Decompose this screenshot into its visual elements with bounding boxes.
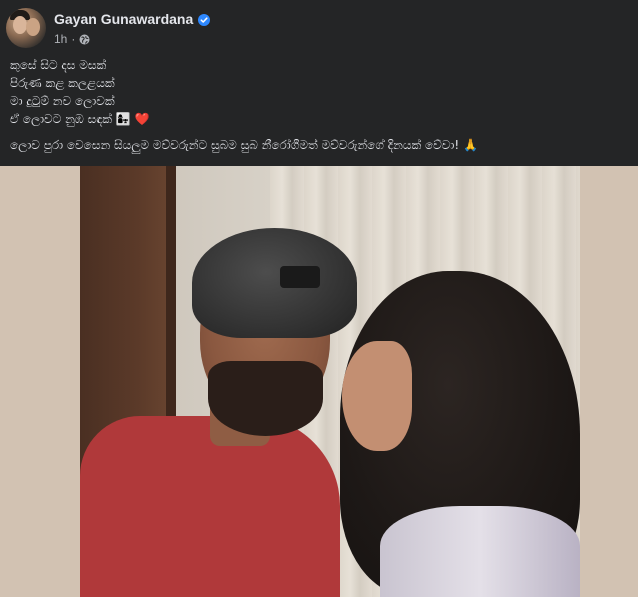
avatar-face-1 (13, 16, 27, 34)
text-gap (10, 128, 478, 136)
post-timestamp[interactable]: 1h (54, 32, 67, 46)
post-text-line: මා දුටුම් නව ලොවක් (10, 94, 115, 108)
photo-man-beanie (192, 228, 357, 338)
post-text-line: පිරුණ කළ කලළයක් (10, 76, 115, 90)
photo-woman-face (342, 341, 412, 451)
post-meta: Gayan Gunawardana 1h · (54, 10, 211, 46)
post-text-line: ඒ ලොවට නුඹ සඳක් 👩‍👧 ❤️ (10, 112, 150, 126)
photo-man-beard (208, 361, 323, 436)
post-header: Gayan Gunawardana 1h · (6, 6, 211, 50)
author-avatar[interactable] (6, 8, 46, 48)
author-name-row: Gayan Gunawardana (54, 10, 211, 28)
photo-content (80, 166, 580, 597)
globe-icon[interactable] (79, 34, 90, 45)
photo-man-shirt (80, 416, 340, 597)
post-wish-line: ලොව පුරා වෙසෙන සියලුම මව්වරුන්ට සුබම සුබ… (10, 138, 478, 152)
post-photo[interactable] (0, 166, 638, 597)
separator-dot: · (71, 32, 76, 46)
photo-beanie-logo (280, 266, 320, 288)
author-name[interactable]: Gayan Gunawardana (54, 11, 193, 27)
post-text: කුසේ සිට දස මසක් පිරුණ කළ කලළයක් මා දුටු… (10, 56, 478, 154)
post-time-row: 1h · (54, 32, 210, 46)
photo-woman-blouse (380, 506, 580, 597)
post-text-line: කුසේ සිට දස මසක් (10, 58, 107, 72)
avatar-face-2 (26, 18, 40, 36)
verified-badge-icon (198, 13, 211, 26)
facebook-post: Gayan Gunawardana 1h · කුසේ සිට දස මසක් … (0, 0, 638, 597)
